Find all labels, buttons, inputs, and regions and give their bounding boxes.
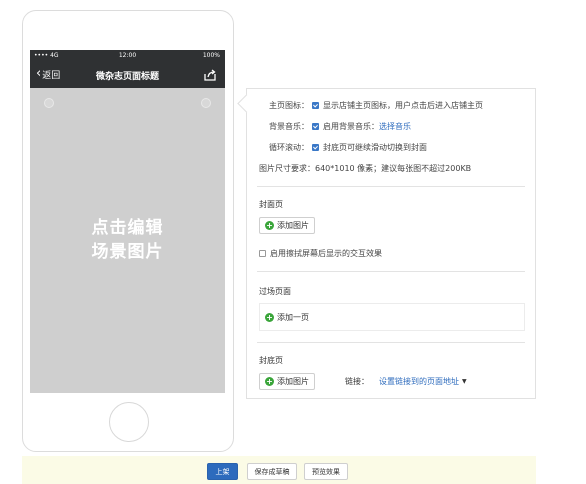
transition-section-title: 过场页面 [259, 287, 291, 296]
back-cover-section-title: 封底页 [259, 356, 283, 365]
phone-nav-bar: ‹ 返回 微杂志页面标题 [30, 62, 225, 88]
bg-music-row: 背景音乐： 启用背景音乐： 选择音乐 [247, 121, 537, 132]
divider [257, 342, 525, 343]
link-url-dropdown[interactable]: 设置链接到的页面地址 [379, 376, 459, 387]
bg-music-text: 启用背景音乐： [323, 122, 379, 131]
image-size-text: 图片尺寸要求：640*1010 像素；建议每张图不超过200KB [259, 164, 472, 173]
cover-add-image-label: 添加图片 [277, 221, 309, 230]
link-label: 链接： [345, 377, 369, 386]
edit-scene-image[interactable]: 点击编辑 场景图片 [30, 216, 225, 264]
wipe-effect-text: 启用擦拭屏幕后显示的交互效果 [270, 249, 382, 258]
status-bar: •••• 4G 12:00 100% [30, 50, 225, 62]
add-page-button[interactable]: + 添加一页 [265, 312, 309, 323]
settings-panel: 主页图标： 显示店铺主页图标，用户点击后进入店铺主页 背景音乐： 启用背景音乐：… [246, 88, 536, 399]
select-music-link[interactable]: 选择音乐 [379, 121, 411, 132]
wipe-effect-row: 启用擦拭屏幕后显示的交互效果 [256, 248, 546, 259]
homepage-icon-checkbox[interactable] [312, 102, 319, 109]
divider [257, 186, 525, 187]
homepage-icon-row: 主页图标： 显示店铺主页图标，用户点击后进入店铺主页 [247, 100, 537, 111]
edit-hint-line1: 点击编辑 [91, 218, 164, 238]
loop-scroll-row: 循环滚动： 封底页可继续滑动切换到封面 [247, 142, 537, 153]
home-button [109, 402, 149, 442]
corner-dot-right [201, 98, 211, 108]
back-cover-add-image-label: 添加图片 [277, 377, 309, 386]
loop-scroll-text: 封底页可继续滑动切换到封面 [323, 143, 427, 152]
divider [257, 271, 525, 272]
plus-icon: + [265, 313, 274, 322]
homepage-icon-label: 主页图标： [269, 101, 309, 110]
back-cover-add-image-button[interactable]: + 添加图片 [259, 373, 315, 390]
transition-pages-box: + 添加一页 [259, 303, 525, 331]
publish-button[interactable]: 上架 [207, 463, 238, 480]
battery-indicator: 100% [202, 52, 220, 59]
add-page-label: 添加一页 [277, 313, 309, 322]
loop-scroll-checkbox[interactable] [312, 144, 319, 151]
footer-bar: 上架 保存成草稿 预览效果 [22, 456, 536, 484]
phone-screen: •••• 4G 12:00 100% ‹ 返回 微杂志页面标题 点击编辑 场景图… [30, 50, 225, 393]
plus-icon: + [265, 377, 274, 386]
wipe-effect-checkbox[interactable] [259, 250, 266, 257]
edit-hint-line2: 场景图片 [91, 242, 164, 262]
homepage-icon-text: 显示店铺主页图标，用户点击后进入店铺主页 [323, 101, 483, 110]
bg-music-label: 背景音乐： [269, 122, 309, 131]
caret-down-icon[interactable]: ▼ [462, 378, 467, 385]
cover-section-title: 封面页 [259, 200, 283, 209]
bg-music-checkbox[interactable] [312, 123, 319, 130]
link-row: 链接： 设置链接到的页面地址 ▼ [345, 376, 467, 387]
cover-add-image-button[interactable]: + 添加图片 [259, 217, 315, 234]
loop-scroll-label: 循环滚动： [269, 143, 309, 152]
image-size-requirement: 图片尺寸要求：640*1010 像素；建议每张图不超过200KB [259, 163, 549, 174]
preview-button[interactable]: 预览效果 [304, 463, 348, 480]
plus-icon: + [265, 221, 274, 230]
share-icon[interactable] [203, 68, 217, 82]
page-title: 微杂志页面标题 [95, 72, 159, 82]
corner-dot-left [44, 98, 54, 108]
status-time: 12:00 [118, 52, 137, 59]
save-draft-button[interactable]: 保存成草稿 [247, 463, 297, 480]
